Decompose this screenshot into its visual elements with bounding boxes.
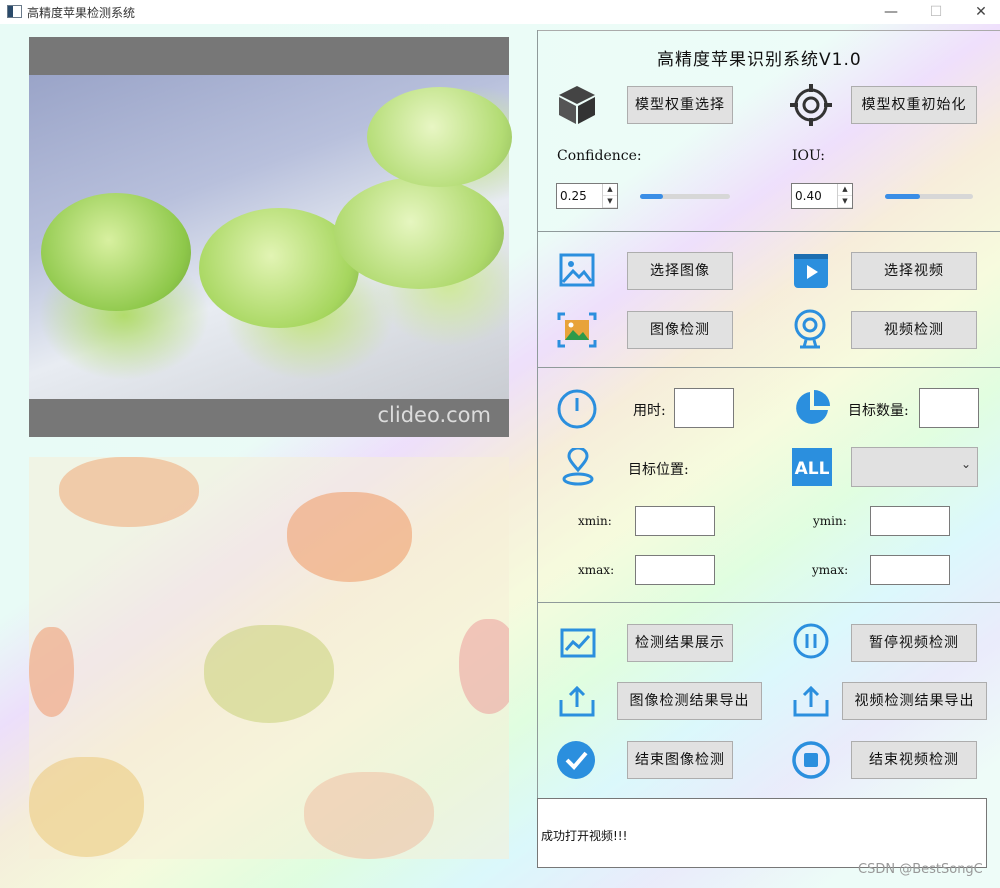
reset-target-icon <box>790 84 832 126</box>
apple-illustration <box>59 457 199 527</box>
confidence-slider-fill <box>640 194 663 199</box>
xmax-field[interactable] <box>635 555 715 585</box>
apple-shape <box>41 193 191 311</box>
stepper-up-icon[interactable]: ▲ <box>603 184 617 196</box>
select-image-button[interactable]: 选择图像 <box>627 252 733 290</box>
upload-icon <box>793 685 829 717</box>
section-divider <box>537 231 1000 232</box>
iou-label: IOU: <box>792 148 826 164</box>
show-results-button[interactable]: 检测结果展示 <box>627 624 733 662</box>
app-window-icon <box>7 5 22 18</box>
pie-chart-icon <box>796 390 830 424</box>
apple-illustration <box>204 625 334 723</box>
confidence-stepper[interactable]: ▲ ▼ <box>602 184 617 208</box>
check-circle-icon <box>557 741 595 779</box>
section-divider <box>537 367 1000 368</box>
chevron-down-icon: ⌄ <box>960 457 971 471</box>
minimize-button[interactable]: — <box>876 2 906 22</box>
iou-spinbox[interactable]: 0.40 ▲ ▼ <box>791 183 853 209</box>
select-weights-button[interactable]: 模型权重选择 <box>627 86 733 124</box>
iou-stepper[interactable]: ▲ ▼ <box>837 184 852 208</box>
app-heading: 高精度苹果识别系统V1.0 <box>657 50 862 70</box>
ymax-label: ymax: <box>812 563 849 577</box>
ymin-field[interactable] <box>870 506 950 536</box>
confidence-value: 0.25 <box>560 189 587 203</box>
target-position-label: 目标位置: <box>628 462 689 478</box>
time-label: 用时: <box>633 403 666 419</box>
confidence-spinbox[interactable]: 0.25 ▲ ▼ <box>556 183 618 209</box>
pause-video-button[interactable]: 暂停视频检测 <box>851 624 977 662</box>
target-select-dropdown[interactable]: ⌄ <box>851 447 978 487</box>
apple-shape <box>334 177 504 289</box>
main-client-area: clideo.com <box>0 24 1000 888</box>
video-file-icon <box>794 254 828 288</box>
iou-value: 0.40 <box>795 189 822 203</box>
confidence-label: Confidence: <box>557 148 642 164</box>
end-video-detect-button[interactable]: 结束视频检测 <box>851 741 977 779</box>
end-image-detect-button[interactable]: 结束图像检测 <box>627 741 733 779</box>
xmax-label: xmax: <box>578 563 615 577</box>
svg-text:ALL: ALL <box>795 459 830 479</box>
xmin-label: xmin: <box>578 514 612 528</box>
window-title: 高精度苹果检测系统 <box>27 6 136 20</box>
stop-icon <box>792 741 830 779</box>
detect-image-button[interactable]: 图像检测 <box>627 311 733 349</box>
upload-icon <box>559 685 595 717</box>
apple-illustration <box>459 619 509 714</box>
panel-left-border <box>537 30 538 868</box>
init-weights-button[interactable]: 模型权重初始化 <box>851 86 977 124</box>
section-divider <box>537 602 1000 603</box>
video-frame <box>29 75 512 399</box>
video-display: clideo.com <box>29 37 512 437</box>
status-log: 成功打开视频!!! <box>537 798 987 868</box>
ymin-label: ymin: <box>813 514 847 528</box>
detect-video-button[interactable]: 视频检测 <box>851 311 977 349</box>
export-image-results-button[interactable]: 图像检测结果导出 <box>617 682 762 720</box>
confidence-slider[interactable] <box>640 194 730 199</box>
result-image-display <box>29 457 509 859</box>
title-bar: 高精度苹果检测系统 — ☐ ✕ <box>0 0 1000 25</box>
xmin-field[interactable] <box>635 506 715 536</box>
target-count-field[interactable] <box>919 388 979 428</box>
select-video-button[interactable]: 选择视频 <box>851 252 977 290</box>
all-select-icon: ALL <box>792 448 832 486</box>
time-field[interactable] <box>674 388 734 428</box>
maximize-button[interactable]: ☐ <box>921 2 951 22</box>
csdn-watermark: CSDN @BestSongC <box>858 862 983 877</box>
stepper-up-icon[interactable]: ▲ <box>838 184 852 196</box>
apple-illustration <box>29 757 144 857</box>
iou-slider[interactable] <box>885 194 973 199</box>
export-video-results-button[interactable]: 视频检测结果导出 <box>842 682 987 720</box>
apple-illustration <box>29 627 74 717</box>
ymax-field[interactable] <box>870 555 950 585</box>
stepper-down-icon[interactable]: ▼ <box>603 196 617 208</box>
stopwatch-icon <box>557 389 597 429</box>
apple-illustration <box>304 772 434 859</box>
cube-icon <box>559 86 595 124</box>
pause-icon <box>793 623 829 659</box>
location-pin-icon <box>562 448 594 486</box>
image-detect-icon <box>557 312 597 348</box>
close-button[interactable]: ✕ <box>966 2 996 22</box>
webcam-icon <box>794 309 826 349</box>
apple-illustration <box>287 492 412 582</box>
target-count-label: 目标数量: <box>848 403 909 419</box>
apple-shape <box>367 87 512 187</box>
panel-top-border <box>537 30 1000 31</box>
video-watermark: clideo.com <box>377 403 491 427</box>
stepper-down-icon[interactable]: ▼ <box>838 196 852 208</box>
image-icon <box>559 253 595 287</box>
iou-slider-fill <box>885 194 921 199</box>
line-chart-icon <box>560 628 596 658</box>
